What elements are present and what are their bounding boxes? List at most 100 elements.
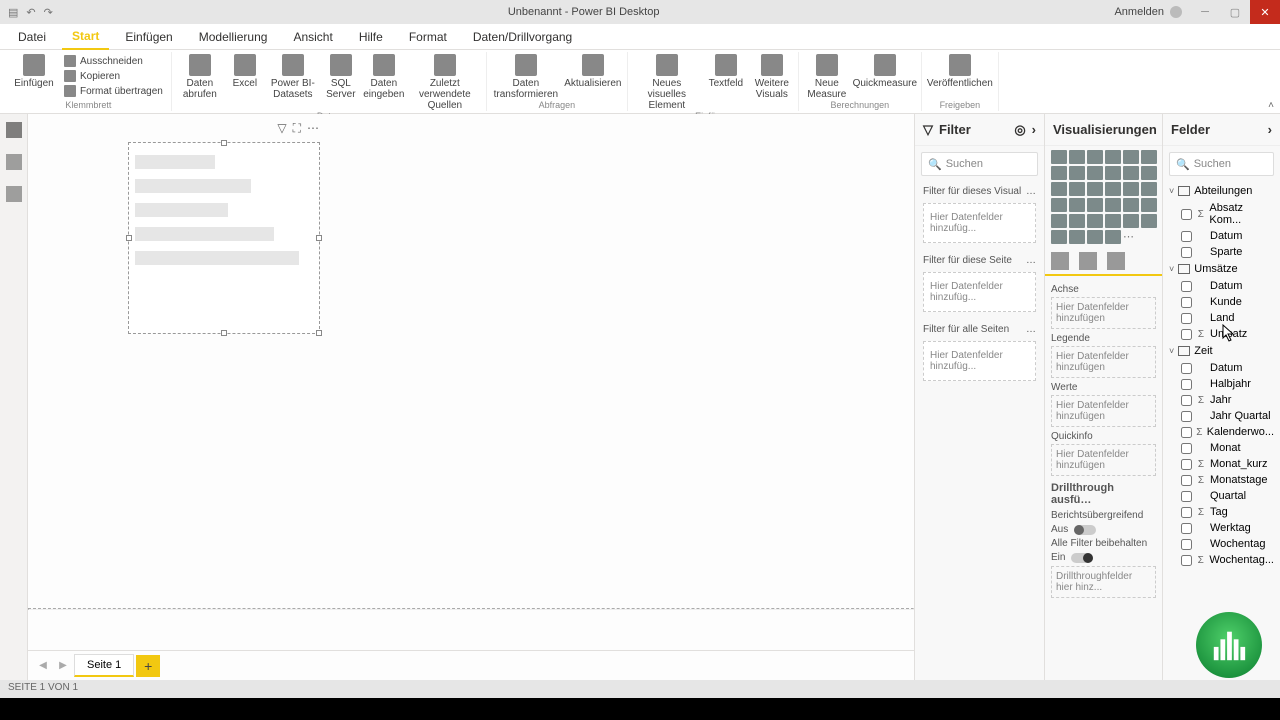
viz-type-icon[interactable]	[1051, 166, 1067, 180]
collapse-icon[interactable]: ›	[1032, 122, 1036, 137]
field-checkbox[interactable]	[1181, 523, 1192, 534]
maximize-button[interactable]: ▢	[1220, 0, 1250, 24]
more-options-icon[interactable]: ⋯	[307, 121, 319, 136]
field-checkbox[interactable]	[1181, 507, 1192, 518]
field-item[interactable]: Kunde	[1163, 294, 1280, 310]
keep-filters-toggle[interactable]: Ein	[1051, 552, 1156, 563]
page-tab-1[interactable]: Seite 1	[74, 654, 134, 677]
field-item[interactable]: Datum	[1163, 360, 1280, 376]
visual-placeholder[interactable]: ▽ ⛶ ⋯	[128, 142, 320, 334]
quickmeasure-button[interactable]: Quickmeasure	[855, 54, 915, 89]
close-button[interactable]: ✕	[1250, 0, 1280, 24]
field-checkbox[interactable]	[1181, 329, 1192, 340]
filter-drop-visual[interactable]: Hier Datenfelder hinzufüg...	[923, 203, 1036, 243]
viz-type-icon[interactable]	[1087, 166, 1103, 180]
filter-drop-all[interactable]: Hier Datenfelder hinzufüg...	[923, 341, 1036, 381]
collapse-icon[interactable]: ›	[1268, 122, 1272, 137]
table-abteilungen[interactable]: ˅Abteilungen	[1163, 182, 1280, 200]
recent-sources-button[interactable]: Zuletzt verwendete Quellen	[410, 54, 480, 111]
collapse-ribbon-icon[interactable]: ˄	[1268, 100, 1274, 111]
save-icon[interactable]: ▤	[8, 6, 18, 19]
viz-type-icon[interactable]	[1123, 214, 1139, 228]
field-checkbox[interactable]	[1181, 313, 1192, 324]
viz-type-icon[interactable]	[1123, 182, 1139, 196]
viz-type-icon[interactable]	[1123, 166, 1139, 180]
page-next-icon[interactable]: ▶	[54, 656, 72, 676]
viz-type-icon[interactable]	[1105, 182, 1121, 196]
textbox-button[interactable]: Textfeld	[706, 54, 746, 89]
undo-icon[interactable]: ↶	[26, 6, 35, 19]
field-checkbox[interactable]	[1181, 491, 1192, 502]
filter-drop-page[interactable]: Hier Datenfelder hinzufüg...	[923, 272, 1036, 312]
field-checkbox[interactable]	[1181, 363, 1192, 374]
resize-handle[interactable]	[316, 235, 322, 241]
field-item[interactable]: ΣAbsatz Kom...	[1163, 200, 1280, 228]
filter-search[interactable]: 🔍Suchen	[921, 152, 1038, 176]
viz-type-icon[interactable]	[1141, 182, 1157, 196]
field-item[interactable]: Halbjahr	[1163, 376, 1280, 392]
field-item[interactable]: Quartal	[1163, 488, 1280, 504]
viz-type-icon[interactable]	[1105, 198, 1121, 212]
report-canvas[interactable]: ▽ ⛶ ⋯	[28, 114, 914, 650]
tab-modellierung[interactable]: Modellierung	[189, 24, 278, 50]
format-tab-icon[interactable]	[1079, 252, 1097, 270]
new-visual-button[interactable]: Neues visuelles Element	[634, 54, 700, 111]
cut-button[interactable]: Ausschneiden	[62, 54, 165, 68]
viz-type-icon[interactable]	[1069, 182, 1085, 196]
viz-type-icon[interactable]	[1105, 230, 1121, 244]
field-checkbox[interactable]	[1181, 395, 1192, 406]
field-item[interactable]: ΣWochentag...	[1163, 552, 1280, 568]
add-page-button[interactable]: +	[136, 655, 160, 677]
field-checkbox[interactable]	[1181, 247, 1192, 258]
viz-type-icon[interactable]	[1087, 150, 1103, 164]
field-item[interactable]: Land	[1163, 310, 1280, 326]
report-view-icon[interactable]	[6, 122, 22, 138]
field-item[interactable]: Werktag	[1163, 520, 1280, 536]
tab-ansicht[interactable]: Ansicht	[283, 24, 342, 50]
page-prev-icon[interactable]: ◀	[34, 656, 52, 676]
field-item[interactable]: Datum	[1163, 228, 1280, 244]
viz-type-icon[interactable]	[1123, 150, 1139, 164]
field-checkbox[interactable]	[1181, 443, 1192, 454]
field-item[interactable]: Datum	[1163, 278, 1280, 294]
data-view-icon[interactable]	[6, 154, 22, 170]
fields-search[interactable]: 🔍Suchen	[1169, 152, 1274, 176]
get-data-button[interactable]: Daten abrufen	[178, 54, 222, 100]
viz-type-icon[interactable]	[1069, 150, 1085, 164]
login-button[interactable]: Anmelden	[1106, 6, 1190, 18]
viz-type-icon[interactable]	[1141, 198, 1157, 212]
excel-button[interactable]: Excel	[228, 54, 262, 89]
field-checkbox[interactable]	[1181, 281, 1192, 292]
viz-type-icon[interactable]	[1069, 230, 1085, 244]
minimize-button[interactable]: ─	[1190, 0, 1220, 24]
refresh-button[interactable]: Aktualisieren	[565, 54, 621, 89]
eye-icon[interactable]: ◎	[1014, 122, 1025, 138]
field-item[interactable]: ΣUmsatz	[1163, 326, 1280, 342]
new-measure-button[interactable]: Neue Measure	[805, 54, 849, 100]
redo-icon[interactable]: ↷	[44, 6, 53, 19]
viz-type-icon[interactable]	[1051, 150, 1067, 164]
field-item[interactable]: Jahr Quartal	[1163, 408, 1280, 424]
table-umsaetze[interactable]: ˅Umsätze	[1163, 260, 1280, 278]
viz-more-icon[interactable]: ⋯	[1123, 230, 1139, 244]
viz-type-icon[interactable]	[1141, 214, 1157, 228]
viz-type-icon[interactable]	[1087, 182, 1103, 196]
field-checkbox[interactable]	[1181, 539, 1192, 550]
field-checkbox[interactable]	[1181, 555, 1192, 566]
transform-data-button[interactable]: Daten transformieren	[493, 54, 559, 100]
viz-type-icon[interactable]	[1123, 198, 1139, 212]
fields-tab-icon[interactable]	[1051, 252, 1069, 270]
viz-type-icon[interactable]	[1105, 166, 1121, 180]
tab-format[interactable]: Format	[399, 24, 457, 50]
field-checkbox[interactable]	[1181, 459, 1192, 470]
tab-file[interactable]: Datei	[8, 24, 56, 50]
field-checkbox[interactable]	[1181, 427, 1192, 438]
tab-einfuegen[interactable]: Einfügen	[115, 24, 182, 50]
field-item[interactable]: Wochentag	[1163, 536, 1280, 552]
well-drop-werte[interactable]: Hier Datenfelder hinzufügen	[1051, 395, 1156, 427]
paste-button[interactable]: Einfügen	[12, 54, 56, 89]
model-view-icon[interactable]	[6, 186, 22, 202]
field-item[interactable]: ΣMonat_kurz	[1163, 456, 1280, 472]
field-item[interactable]: ΣKalenderwo...	[1163, 424, 1280, 440]
viz-type-icon[interactable]	[1087, 198, 1103, 212]
